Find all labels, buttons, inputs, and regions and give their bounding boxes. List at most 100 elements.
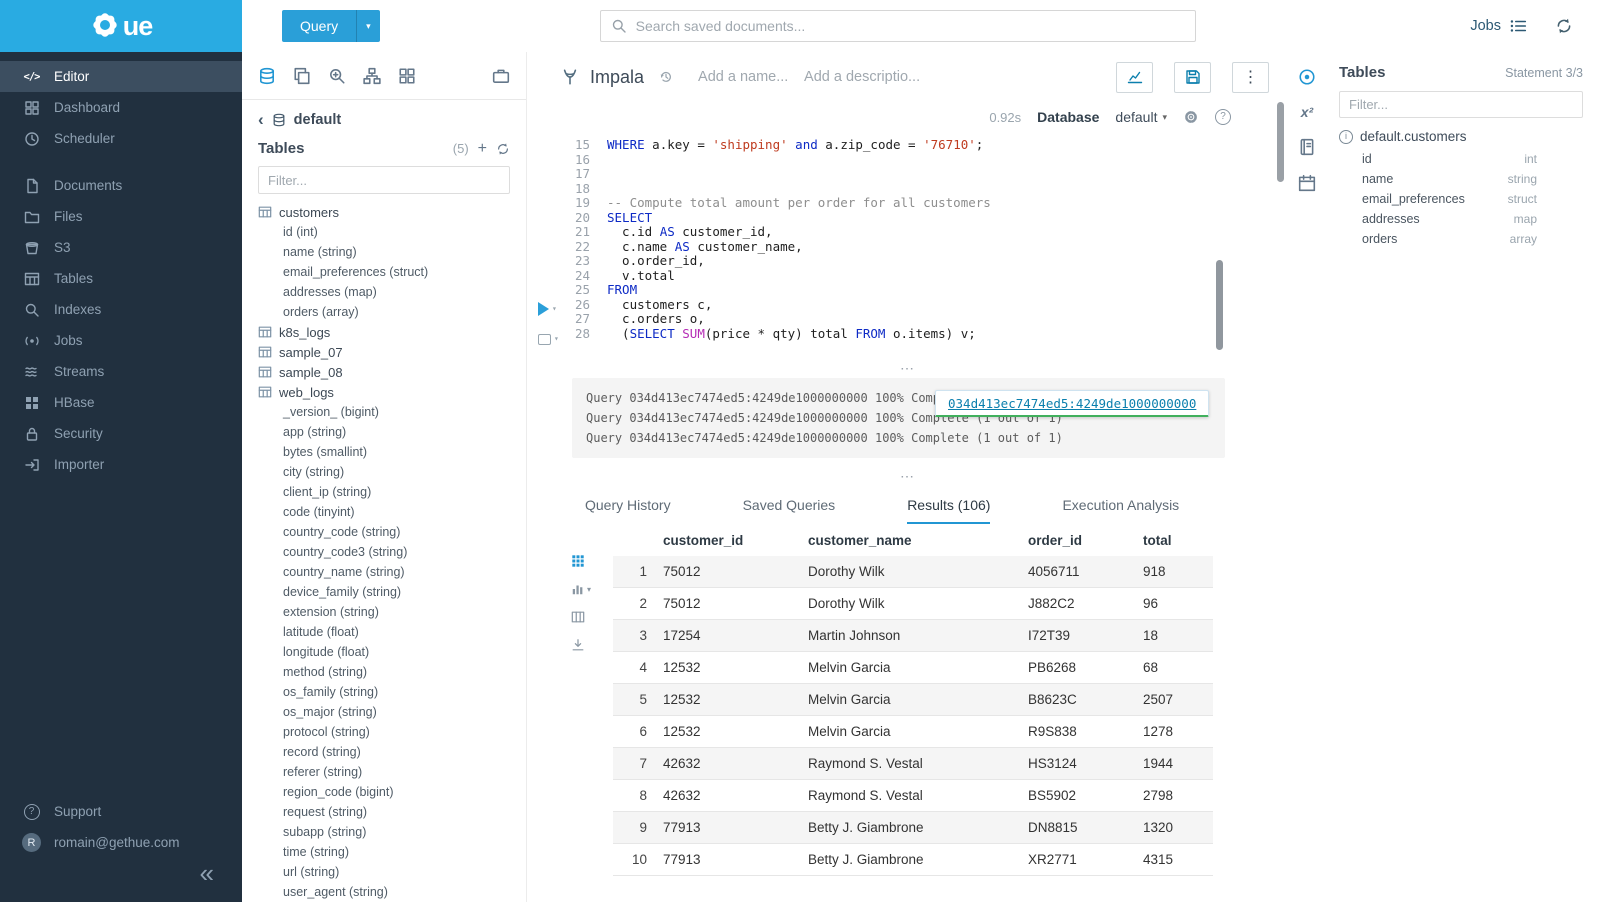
column-item[interactable]: latitude (float) <box>258 622 510 642</box>
column-header[interactable]: customer_id <box>663 533 808 548</box>
active-table-row[interactable]: i default.customers <box>1339 129 1583 144</box>
editor-log-splitter[interactable]: ⋯ <box>527 358 1289 378</box>
sidebar-item-streams[interactable]: Streams <box>0 356 242 387</box>
assist-filter-input[interactable] <box>258 166 510 194</box>
breadcrumb-database[interactable]: default <box>294 112 342 128</box>
column-item[interactable]: name (string) <box>258 242 510 262</box>
sidebar-item-indexes[interactable]: Indexes <box>0 294 242 325</box>
column-item[interactable]: method (string) <box>258 662 510 682</box>
sidebar-item-support[interactable]: ? Support <box>0 796 242 827</box>
briefcase-icon[interactable] <box>492 67 510 85</box>
tab-saved-queries[interactable]: Saved Queries <box>743 497 836 524</box>
sidebar-item-documents[interactable]: Documents <box>0 170 242 201</box>
column-row[interactable]: email_preferences struct <box>1339 189 1583 209</box>
column-item[interactable]: code (tinyint) <box>258 502 510 522</box>
column-item[interactable]: os_family (string) <box>258 682 510 702</box>
column-header[interactable]: order_id <box>1028 533 1143 548</box>
history-icon[interactable] <box>1555 17 1573 35</box>
column-item[interactable]: referer (string) <box>258 762 510 782</box>
tab-execution-analysis[interactable]: Execution Analysis <box>1062 497 1179 524</box>
add-table-icon[interactable]: + <box>478 141 487 157</box>
grid-view-icon[interactable] <box>571 554 585 568</box>
column-row[interactable]: name string <box>1339 169 1583 189</box>
documents-source-icon[interactable] <box>293 67 311 85</box>
sidebar-item-files[interactable]: Files <box>0 201 242 232</box>
search-input[interactable] <box>636 18 1185 34</box>
table-item-k8s-logs[interactable]: k8s_logs <box>258 322 510 342</box>
sidebar-item-jobs[interactable]: Jobs <box>0 325 242 356</box>
apps-grid-icon[interactable] <box>398 67 416 85</box>
column-item[interactable]: url (string) <box>258 862 510 882</box>
column-item[interactable]: city (string) <box>258 462 510 482</box>
column-item[interactable]: country_code3 (string) <box>258 542 510 562</box>
info-icon[interactable]: i <box>1339 130 1353 144</box>
column-header[interactable]: total <box>1143 533 1213 548</box>
table-row[interactable]: 3 17254 Martin Johnson I72T39 18 <box>613 620 1213 652</box>
table-row[interactable]: 6 12532 Melvin Garcia R9S838 1278 <box>613 716 1213 748</box>
back-chevron-icon[interactable]: ‹ <box>258 111 264 128</box>
sidebar-collapse-button[interactable]: « <box>0 858 242 898</box>
column-item[interactable]: longitude (float) <box>258 642 510 662</box>
sidebar-item-security[interactable]: Security <box>0 418 242 449</box>
sidebar-item-scheduler[interactable]: Scheduler <box>0 123 242 154</box>
sidebar-item-user[interactable]: R romain@gethue.com <box>0 827 242 858</box>
more-options-button[interactable]: ⋮ <box>1232 62 1269 93</box>
save-button[interactable] <box>1174 62 1211 93</box>
table-item-sample-08[interactable]: sample_08 <box>258 362 510 382</box>
column-item[interactable]: region_code (bigint) <box>258 782 510 802</box>
sql-source-icon[interactable] <box>258 67 276 85</box>
column-item[interactable]: country_code (string) <box>258 522 510 542</box>
column-item[interactable]: device_family (string) <box>258 582 510 602</box>
column-item[interactable]: country_name (string) <box>258 562 510 582</box>
tab-query-history[interactable]: Query History <box>585 497 671 524</box>
schedule-icon[interactable] <box>1298 174 1316 192</box>
column-row[interactable]: id int <box>1339 149 1583 169</box>
tab-results[interactable]: Results (106) <box>907 497 990 524</box>
column-item[interactable]: email_preferences (struct) <box>258 262 510 282</box>
hue-logo[interactable]: ue <box>0 0 242 52</box>
sidebar-item-editor[interactable]: </> Editor <box>0 61 242 92</box>
column-item[interactable]: app (string) <box>258 422 510 442</box>
table-row[interactable]: 9 77913 Betty J. Giambrone DN8815 1320 <box>613 812 1213 844</box>
column-item[interactable]: orders (array) <box>258 302 510 322</box>
table-item-web-logs[interactable]: web_logs <box>258 382 510 402</box>
chevron-down-icon[interactable]: ▾ <box>356 10 380 42</box>
jobs-link[interactable]: Jobs <box>1470 17 1527 35</box>
column-item[interactable]: subapp (string) <box>258 822 510 842</box>
table-row[interactable]: 2 75012 Dorothy Wilk J882C2 96 <box>613 588 1213 620</box>
query-id-link[interactable]: 034d413ec7474ed5:4249de1000000000 <box>935 390 1209 417</box>
column-row[interactable]: orders array <box>1339 229 1583 249</box>
query-name-input[interactable] <box>698 69 793 85</box>
column-item[interactable]: os_major (string) <box>258 702 510 722</box>
sidebar-item-tables[interactable]: Tables <box>0 263 242 294</box>
execute-query-button[interactable]: ▾ <box>538 302 557 317</box>
zoom-in-icon[interactable] <box>328 67 346 85</box>
query-history-icon[interactable] <box>659 70 673 84</box>
log-results-splitter[interactable]: ⋯ <box>527 466 1289 486</box>
column-item[interactable]: request (string) <box>258 802 510 822</box>
table-row[interactable]: 8 42632 Raymond S. Vestal BS5902 2798 <box>613 780 1213 812</box>
column-item[interactable]: bytes (smallint) <box>258 442 510 462</box>
column-item[interactable]: user_agent (string) <box>258 882 510 902</box>
column-header[interactable]: customer_name <box>808 533 1028 548</box>
language-reference-icon[interactable] <box>1298 138 1316 156</box>
table-row[interactable]: 5 12532 Melvin Garcia B8623C 2507 <box>613 684 1213 716</box>
page-scrollbar[interactable] <box>1277 102 1284 182</box>
column-item[interactable]: id (int) <box>258 222 510 242</box>
help-icon[interactable]: ? <box>1215 109 1231 125</box>
column-item[interactable]: record (string) <box>258 742 510 762</box>
chart-view-icon[interactable]: ▾ <box>571 582 591 596</box>
column-item[interactable]: time (string) <box>258 842 510 862</box>
chart-button[interactable] <box>1116 62 1153 93</box>
sidebar-item-s3[interactable]: S3 <box>0 232 242 263</box>
table-item-sample-07[interactable]: sample_07 <box>258 342 510 362</box>
table-row[interactable]: 10 77913 Betty J. Giambrone XR2771 4315 <box>613 844 1213 876</box>
insert-at-cursor-button[interactable]: ▾ <box>538 332 559 347</box>
column-item[interactable]: _version_ (bigint) <box>258 402 510 422</box>
sitemap-icon[interactable] <box>363 67 381 85</box>
table-row[interactable]: 4 12532 Melvin Garcia PB6268 68 <box>613 652 1213 684</box>
editor-scrollbar[interactable] <box>1216 260 1223 350</box>
sql-editor[interactable]: ▾ ▾ 1516171819202122232425262728 WHERE a… <box>527 132 1289 358</box>
refresh-icon[interactable] <box>496 142 510 156</box>
table-item-customers[interactable]: customers <box>258 202 510 222</box>
